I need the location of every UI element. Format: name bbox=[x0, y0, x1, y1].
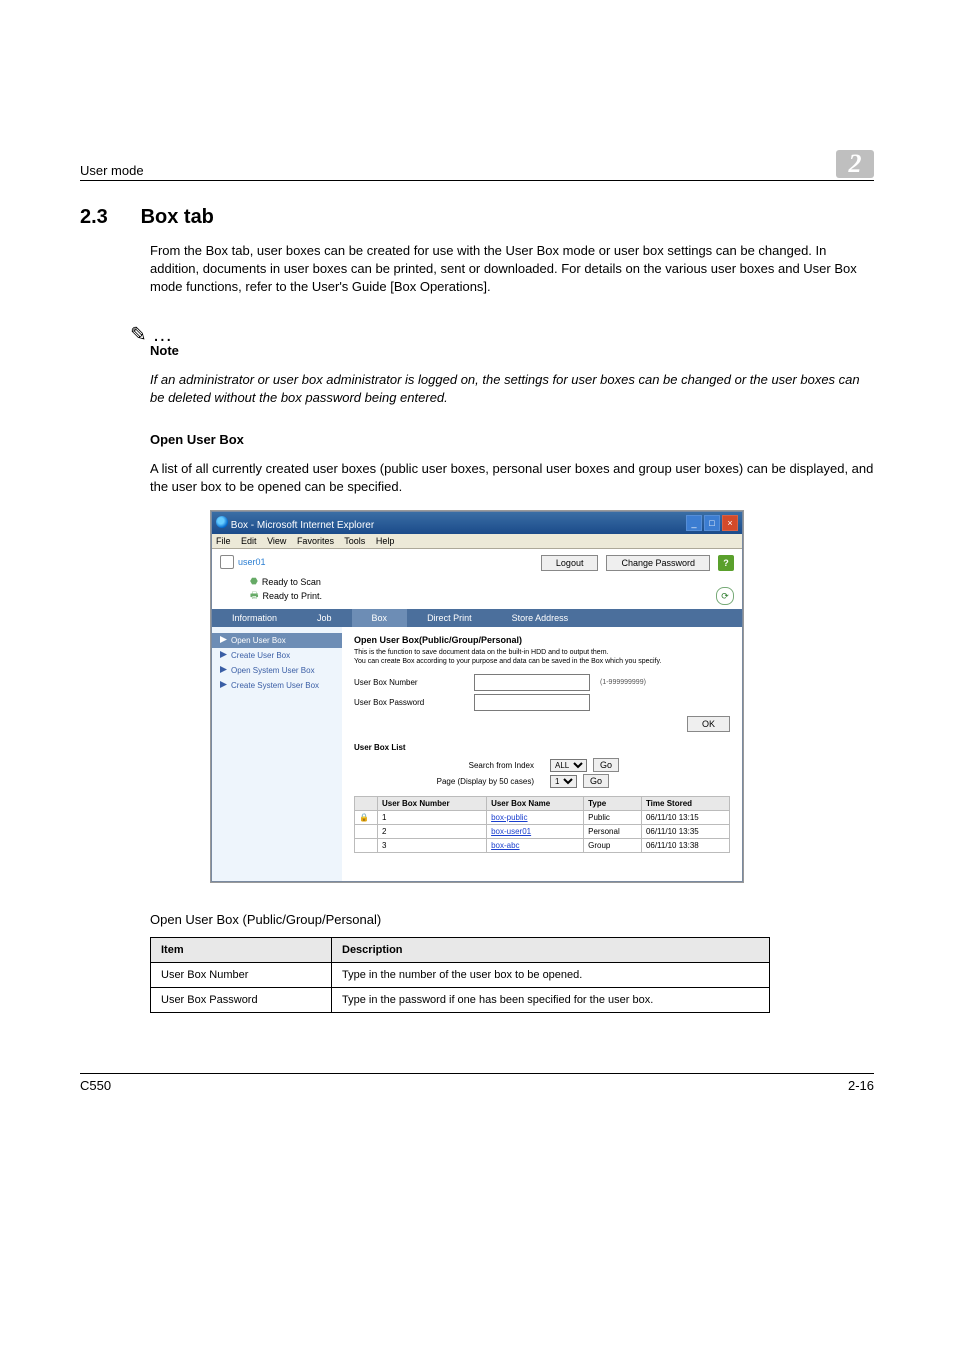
tab-strip: Information Job Box Direct Print Store A… bbox=[212, 609, 742, 627]
tab-box[interactable]: Box bbox=[352, 609, 408, 627]
menu-help[interactable]: Help bbox=[376, 536, 395, 546]
sidebar-item-label: Open System User Box bbox=[231, 666, 315, 675]
info-item: User Box Password bbox=[151, 988, 332, 1013]
lock-icon: 🔒 bbox=[355, 811, 378, 825]
user-icon bbox=[220, 555, 234, 569]
col-time-stored: Time Stored bbox=[641, 797, 729, 811]
info-col-description: Description bbox=[332, 938, 770, 963]
box-link[interactable]: box-user01 bbox=[491, 827, 531, 836]
col-user-box-name: User Box Name bbox=[487, 797, 584, 811]
user-box-password-label: User Box Password bbox=[354, 698, 464, 707]
user-box-number-hint: (1-999999999) bbox=[600, 679, 646, 686]
window-maximize-button[interactable]: □ bbox=[704, 515, 720, 531]
sidebar-item-create-user-box[interactable]: Create User Box bbox=[212, 648, 342, 663]
info-desc: Type in the number of the user box to be… bbox=[332, 963, 770, 988]
user-box-table: User Box Number User Box Name Type Time … bbox=[354, 796, 730, 853]
window-close-button[interactable]: × bbox=[722, 515, 738, 531]
info-item: User Box Number bbox=[151, 963, 332, 988]
sidebar-item-label: Create User Box bbox=[231, 651, 290, 660]
refresh-icon[interactable]: ⟳ bbox=[716, 587, 734, 605]
box-link[interactable]: box-public bbox=[491, 813, 527, 822]
table-row[interactable]: 3 box-abc Group 06/11/10 13:38 bbox=[355, 839, 730, 853]
sidebar-item-label: Open User Box bbox=[231, 636, 286, 645]
help-icon[interactable]: ? bbox=[718, 555, 734, 571]
table-row[interactable]: 🔒 1 box-public Public 06/11/10 13:15 bbox=[355, 811, 730, 825]
user-box-list-heading: User Box List bbox=[354, 743, 730, 752]
page-select[interactable]: 1 bbox=[550, 775, 577, 788]
footer-model: C550 bbox=[80, 1078, 111, 1093]
scanner-icon: ⬣ bbox=[250, 576, 258, 587]
printer-icon: 🖶 bbox=[250, 588, 259, 604]
tab-job[interactable]: Job bbox=[297, 609, 352, 627]
ok-button[interactable]: OK bbox=[687, 716, 730, 732]
box-link[interactable]: box-abc bbox=[491, 841, 519, 850]
footer-page: 2-16 bbox=[848, 1078, 874, 1093]
sidebar-item-create-system-user-box[interactable]: Create System User Box bbox=[212, 678, 342, 693]
window-title: Box - Microsoft Internet Explorer bbox=[231, 520, 374, 531]
sidebar-item-open-user-box[interactable]: Open User Box bbox=[212, 633, 342, 648]
sidebar-item-label: Create System User Box bbox=[231, 681, 319, 690]
page-go-button[interactable]: Go bbox=[583, 774, 609, 788]
panel-desc-line2: You can create Box according to your pur… bbox=[354, 658, 730, 666]
col-user-box-number: User Box Number bbox=[378, 797, 487, 811]
section-title: Box tab bbox=[141, 206, 214, 228]
note-heading: Note bbox=[150, 343, 874, 358]
sidebar-item-open-system-user-box[interactable]: Open System User Box bbox=[212, 663, 342, 678]
panel-title: Open User Box(Public/Group/Personal) bbox=[354, 635, 730, 645]
tab-information[interactable]: Information bbox=[212, 609, 297, 627]
ie-menu-bar[interactable]: File Edit View Favorites Tools Help bbox=[212, 534, 742, 549]
menu-favorites[interactable]: Favorites bbox=[297, 536, 334, 546]
table-caption: Open User Box (Public/Group/Personal) bbox=[150, 912, 874, 927]
section-heading: 2.3 Box tab bbox=[80, 206, 874, 229]
user-box-password-input[interactable] bbox=[474, 694, 590, 711]
user-box-number-input[interactable] bbox=[474, 674, 590, 691]
user-box-number-label: User Box Number bbox=[354, 678, 464, 687]
status-scan: Ready to Scan bbox=[262, 577, 321, 587]
menu-tools[interactable]: Tools bbox=[344, 536, 365, 546]
search-go-button[interactable]: Go bbox=[593, 758, 619, 772]
col-type: Type bbox=[584, 797, 642, 811]
logout-button[interactable]: Logout bbox=[541, 555, 599, 571]
change-password-button[interactable]: Change Password bbox=[606, 555, 710, 571]
page-display-label: Page (Display by 50 cases) bbox=[354, 777, 544, 786]
panel-desc-line1: This is the function to save document da… bbox=[354, 649, 730, 657]
window-minimize-button[interactable]: _ bbox=[686, 515, 702, 531]
menu-edit[interactable]: Edit bbox=[241, 536, 257, 546]
menu-file[interactable]: File bbox=[216, 536, 231, 546]
description-table: Item Description User Box Number Type in… bbox=[150, 937, 770, 1013]
section-number: 2.3 bbox=[80, 206, 135, 229]
open-user-box-heading: Open User Box bbox=[150, 432, 874, 447]
screenshot-box-window: Box - Microsoft Internet Explorer _ □ × … bbox=[211, 511, 743, 882]
ie-icon bbox=[216, 516, 228, 528]
tab-store-address[interactable]: Store Address bbox=[492, 609, 589, 627]
username-label: user01 bbox=[238, 557, 266, 567]
info-desc: Type in the password if one has been spe… bbox=[332, 988, 770, 1013]
search-from-index-label: Search from Index bbox=[354, 761, 544, 770]
tab-direct-print[interactable]: Direct Print bbox=[407, 609, 492, 627]
table-row[interactable]: 2 box-user01 Personal 06/11/10 13:35 bbox=[355, 825, 730, 839]
intro-paragraph: From the Box tab, user boxes can be crea… bbox=[150, 242, 874, 297]
running-head: User mode bbox=[80, 163, 144, 178]
note-body: If an administrator or user box administ… bbox=[150, 371, 874, 407]
chapter-badge: 2 bbox=[836, 150, 874, 178]
open-user-box-paragraph: A list of all currently created user box… bbox=[150, 460, 874, 496]
search-from-index-select[interactable]: ALL bbox=[550, 759, 587, 772]
info-col-item: Item bbox=[151, 938, 332, 963]
menu-view[interactable]: View bbox=[267, 536, 286, 546]
status-print: Ready to Print. bbox=[263, 591, 323, 601]
